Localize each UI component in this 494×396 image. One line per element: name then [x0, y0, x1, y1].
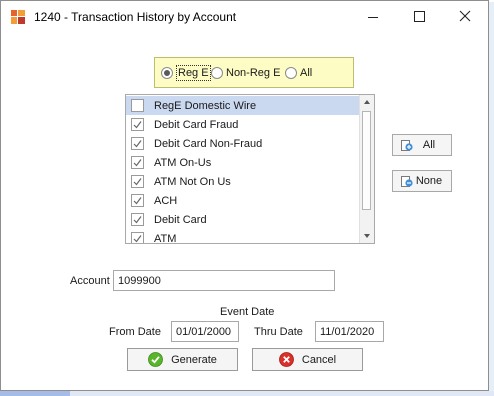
- checkmark-icon: [133, 216, 142, 224]
- window-shadow-right: [489, 2, 494, 396]
- event-date-heading: Event Date: [220, 306, 275, 318]
- list-item-label: Debit Card Non-Fraud: [154, 137, 263, 150]
- vertical-scrollbar[interactable]: [359, 95, 374, 243]
- list-item[interactable]: Debit Card Non-Fraud: [126, 134, 359, 153]
- list-item[interactable]: ATM On-Us: [126, 153, 359, 172]
- select-all-label: All: [422, 139, 436, 151]
- checkbox-checked[interactable]: [131, 156, 144, 169]
- maximize-button[interactable]: [396, 1, 442, 32]
- window-shadow-bottom: [0, 391, 494, 396]
- account-label: Account: [70, 275, 110, 287]
- from-date-label: From Date: [109, 326, 161, 338]
- checkmark-circle-icon: [148, 352, 163, 367]
- checkbox-checked[interactable]: [131, 232, 144, 243]
- generate-label: Generate: [171, 353, 217, 366]
- select-none-icon: [401, 176, 413, 187]
- checkbox-checked[interactable]: [131, 118, 144, 131]
- transaction-type-list[interactable]: RegE Domestic Wire Debit Card Fraud Debi…: [125, 94, 375, 244]
- window-title: 1240 - Transaction History by Account: [34, 10, 237, 24]
- maximize-icon: [414, 11, 425, 22]
- close-button[interactable]: [442, 1, 488, 32]
- list-item-label: ACH: [154, 194, 178, 207]
- radio-unselected-icon: [285, 67, 297, 79]
- radio-label: Non-Reg E: [226, 67, 281, 79]
- minimize-icon: [368, 17, 378, 18]
- account-input[interactable]: [113, 270, 335, 291]
- checkbox-checked[interactable]: [131, 137, 144, 150]
- checkmark-icon: [133, 140, 142, 148]
- radio-selected-icon: [161, 67, 173, 79]
- list-item[interactable]: ACH: [126, 191, 359, 210]
- title-bar[interactable]: 1240 - Transaction History by Account: [1, 1, 488, 32]
- thru-date-input[interactable]: [315, 321, 384, 342]
- close-icon: [459, 10, 471, 22]
- list-item[interactable]: ATM Not On Us: [126, 172, 359, 191]
- radio-reg-e[interactable]: Reg E: [161, 65, 211, 81]
- list-item-label: Debit Card Fraud: [154, 118, 239, 131]
- dialog-window: 1240 - Transaction History by Account Re…: [0, 0, 489, 391]
- list-item[interactable]: ATM: [126, 229, 359, 244]
- reg-e-filter-group: Reg E Non-Reg E All: [154, 57, 354, 88]
- list-item-label: ATM On-Us: [154, 156, 212, 169]
- list-item-label: Debit Card: [154, 213, 207, 226]
- scroll-down-button[interactable]: [360, 228, 374, 243]
- thru-date-label: Thru Date: [254, 326, 303, 338]
- checkmark-icon: [133, 178, 142, 186]
- scroll-thumb[interactable]: [362, 111, 371, 210]
- checkbox-checked[interactable]: [131, 194, 144, 207]
- select-none-button[interactable]: None: [392, 170, 452, 192]
- cancel-circle-icon: [278, 352, 294, 367]
- checkmark-icon: [133, 159, 142, 167]
- radio-non-reg-e[interactable]: Non-Reg E: [211, 65, 280, 81]
- scroll-down-icon: [364, 234, 370, 238]
- checkmark-icon: [133, 121, 142, 129]
- cancel-button[interactable]: Cancel: [252, 348, 363, 371]
- checkmark-icon: [133, 197, 142, 205]
- list-item-label: ATM: [154, 232, 177, 244]
- checkbox-checked[interactable]: [131, 213, 144, 226]
- scroll-up-icon: [364, 100, 370, 104]
- radio-unselected-icon: [211, 67, 223, 79]
- radio-all[interactable]: All: [285, 65, 312, 81]
- list-item[interactable]: Debit Card: [126, 210, 359, 229]
- select-all-icon: [401, 140, 413, 151]
- list-item[interactable]: Debit Card Fraud: [126, 115, 359, 134]
- checkmark-icon: [133, 235, 142, 243]
- cancel-label: Cancel: [301, 353, 337, 366]
- select-none-label: None: [415, 175, 443, 187]
- minimize-button[interactable]: [350, 1, 396, 32]
- app-icon: [11, 10, 25, 24]
- checkbox-checked[interactable]: [131, 175, 144, 188]
- generate-button[interactable]: Generate: [127, 348, 238, 371]
- radio-label: All: [300, 67, 313, 79]
- radio-label: Reg E: [176, 65, 211, 81]
- list-item-label: ATM Not On Us: [154, 175, 231, 188]
- from-date-input[interactable]: [171, 321, 239, 342]
- select-all-button[interactable]: All: [392, 134, 452, 156]
- scroll-up-button[interactable]: [360, 95, 374, 110]
- checkbox-unchecked[interactable]: [131, 99, 144, 112]
- list-item-label: RegE Domestic Wire: [154, 99, 257, 112]
- list-item[interactable]: RegE Domestic Wire: [126, 96, 359, 115]
